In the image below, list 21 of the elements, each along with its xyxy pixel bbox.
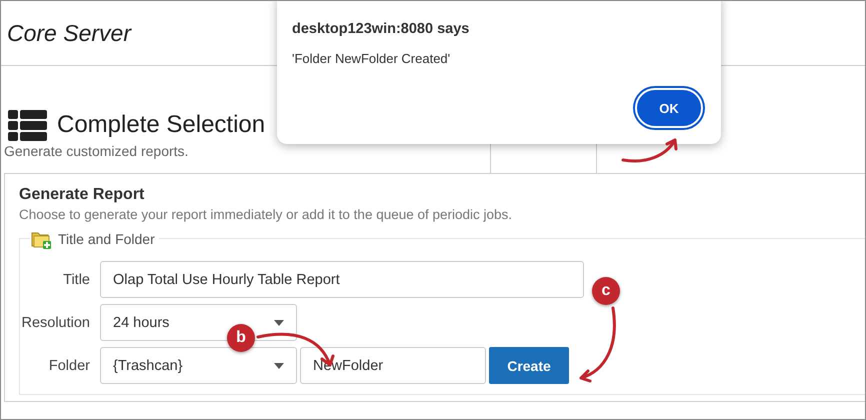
field-label: Title bbox=[62, 272, 90, 288]
dialog-title: desktop123win:8080 says bbox=[292, 21, 470, 37]
caret-icon bbox=[274, 362, 284, 368]
table-icon bbox=[8, 110, 47, 140]
card-description: Choose to generate your report immediately or add it to the queue of periodic jobs. bbox=[19, 207, 514, 222]
callout-marker: b bbox=[227, 324, 255, 352]
page-subtitle: Generate customized reports. bbox=[4, 143, 188, 159]
folder-select[interactable]: {Trashcan} bbox=[100, 347, 297, 384]
field-label: Resolution bbox=[20, 314, 90, 330]
callout-marker: c bbox=[592, 277, 620, 305]
ok-button[interactable]: OK bbox=[635, 88, 703, 128]
new-folder-field[interactable]: NewFolder bbox=[300, 347, 486, 384]
page-title: Complete Selection bbox=[57, 111, 266, 139]
create-button[interactable]: Create bbox=[489, 347, 569, 384]
field-label: Folder bbox=[48, 358, 90, 374]
app-title: Core Server bbox=[7, 20, 131, 46]
card-title: Generate Report bbox=[19, 186, 146, 204]
title-field[interactable]: Olap Total Use Hourly Table Report bbox=[100, 261, 584, 298]
legend-label: Title and Folder bbox=[58, 231, 155, 247]
dialog-message: 'Folder NewFolder Created' bbox=[292, 51, 452, 66]
caret-icon bbox=[274, 320, 284, 326]
